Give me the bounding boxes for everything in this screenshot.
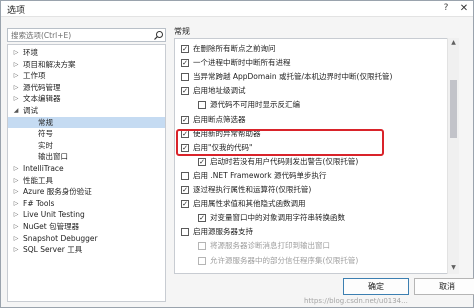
title-bar: 选项 ? ✕ [1, 1, 473, 17]
tree-item-label: NuGet 包管理器 [23, 222, 80, 231]
tree-item[interactable]: ▷ Snapshot Debugger [8, 233, 165, 244]
option-label: 一个进程中断时中断所有进程 [193, 58, 291, 68]
tree-item-label: 实时 [38, 140, 53, 150]
option-label: 对变量窗口中的对象调用字符串转换函数 [210, 213, 345, 223]
option-label: 启用地址级调试 [193, 86, 246, 96]
expanded-arrow-icon[interactable]: ◢ [12, 105, 20, 116]
cancel-button[interactable]: 取消 [414, 278, 474, 295]
tree-item-label: 调试 [23, 106, 38, 115]
tree-item-label: Live Unit Testing [23, 210, 85, 220]
option-checkbox[interactable]: ✓ [181, 59, 189, 68]
tree-item-label: 性能工具 [23, 175, 53, 185]
collapsed-arrow-icon[interactable]: ▷ [12, 198, 20, 209]
tree-item[interactable]: ▷ SQL Server 工具 [8, 244, 165, 255]
tree-item[interactable]: ▷ IntelliTrace [8, 163, 165, 174]
collapsed-arrow-icon[interactable]: ▷ [12, 70, 20, 81]
scroll-thumb[interactable] [450, 80, 457, 138]
option-checkbox[interactable]: ✓ [198, 157, 206, 166]
tree-item-label: 项目和解决方案 [23, 59, 76, 69]
watermark-text: https://blog.csdn.net/u0134... [304, 297, 408, 305]
tree-item-label: 源代码管理 [23, 82, 61, 92]
options-list: ✓ 在删除所有断点之前询问 ✓ 一个进程中断时中断所有进程当异常跨越 AppDomai… [174, 38, 459, 274]
options-dialog: 选项 ? ✕ ▷环境▷项目和解决方案▷工作项▷源代码管理▷文本编辑器◢调试常规符… [0, 0, 474, 308]
tree-item[interactable]: ▷ 文本编辑器 [8, 93, 165, 104]
option-label: 启用源服务器支持 [193, 227, 253, 237]
option-label: 启用断点筛选器 [193, 114, 246, 124]
highlight-annotation [176, 129, 384, 156]
option-label: 当异常跨越 AppDomain 或托管/本机边界时中断(仅限托管) [193, 72, 393, 82]
collapsed-arrow-icon[interactable]: ▷ [12, 209, 20, 220]
tree-item[interactable]: ▷ F# Tools [8, 198, 165, 209]
tree-item-label: SQL Server 工具 [23, 245, 83, 255]
tree-item[interactable]: 实时 [8, 140, 165, 151]
option-checkbox[interactable] [181, 171, 189, 180]
option-label: 将源服务器诊断消息打印到输出窗口 [210, 241, 330, 251]
tree-item-label: Snapshot Debugger [23, 233, 98, 243]
option-checkbox [198, 242, 206, 251]
tree-item[interactable]: ▷ 工作项 [8, 70, 165, 81]
option-checkbox[interactable] [198, 101, 206, 110]
collapsed-arrow-icon[interactable]: ▷ [12, 233, 20, 244]
collapsed-arrow-icon[interactable]: ▷ [12, 186, 20, 197]
option-label: 在删除所有断点之前询问 [193, 44, 276, 53]
scroll-up-icon[interactable]: ▲ [448, 38, 459, 48]
search-box[interactable] [7, 28, 166, 42]
option-label: 允许源服务器中的部分信任程序集(仅限托管) [210, 255, 359, 265]
tree-item-label: 文本编辑器 [23, 94, 61, 104]
options-scrollbar[interactable]: ▲ ▼ [447, 38, 459, 274]
option-checkbox[interactable]: ✓ [181, 200, 189, 209]
tree-item-label: 工作项 [23, 71, 46, 81]
option-label: 启用属性求值和其他隐式函数调用 [193, 199, 306, 209]
tree-item[interactable]: 符号 [8, 128, 165, 139]
tree-item-label: 输出窗口 [38, 152, 68, 162]
option-checkbox[interactable]: ✓ [198, 214, 206, 223]
collapsed-arrow-icon[interactable]: ▷ [12, 244, 20, 255]
tree-item-label: 符号 [38, 129, 53, 139]
option-label: 启用 .NET Framework 源代码单步执行 [193, 170, 327, 180]
panel-title: 常规 [174, 27, 190, 36]
tree-item[interactable]: ▷ 性能工具 [8, 175, 165, 186]
search-input[interactable] [11, 31, 143, 40]
collapsed-arrow-icon[interactable]: ▷ [12, 175, 20, 186]
tree-item[interactable]: 常规 [8, 116, 165, 128]
option-label: 源代码不可用时显示反汇编 [210, 100, 300, 110]
close-button[interactable]: ✕ [457, 2, 471, 15]
scroll-down-icon[interactable]: ▼ [448, 263, 459, 273]
help-button[interactable]: ? [439, 2, 453, 15]
option-label: 启动时若没有用户代码则发出警告(仅限托管) [210, 156, 359, 166]
option-label: 逐过程执行属性和运算符(仅限托管) [193, 185, 312, 194]
collapsed-arrow-icon[interactable]: ▷ [12, 82, 20, 93]
options-tree: ▷ 环境 ▷ 项目和解决方案 ▷ 工作项 ▷ 源代码管理 ▷ 文本编辑器 ◢ 调试 常规 符号 实时 输出窗口… [7, 44, 166, 302]
collapsed-arrow-icon[interactable]: ▷ [12, 93, 20, 104]
collapsed-arrow-icon[interactable]: ▷ [12, 47, 20, 58]
tree-item[interactable]: 输出窗口 [8, 151, 165, 162]
option-checkbox [198, 256, 206, 265]
collapsed-arrow-icon[interactable]: ▷ [12, 59, 20, 70]
search-icon[interactable] [153, 30, 165, 41]
ok-button[interactable]: 确定 [343, 278, 409, 295]
tree-item-label: F# Tools [23, 198, 55, 208]
tree-item[interactable]: ▷ Azure 服务身份验证 [8, 186, 165, 197]
tree-item[interactable]: ▷ 项目和解决方案 [8, 59, 165, 70]
tree-item[interactable]: ◢ 调试 [8, 105, 165, 116]
option-checkbox[interactable] [181, 73, 189, 82]
tree-item-label: 常规 [38, 117, 53, 127]
tree-item-label: 环境 [23, 48, 38, 57]
tree-item[interactable]: ▷ 环境 [8, 47, 165, 58]
tree-item-label: IntelliTrace [23, 164, 64, 173]
tree-item[interactable]: ▷ Live Unit Testing [8, 209, 165, 220]
option-checkbox[interactable]: ✓ [181, 87, 189, 96]
tree-item-label: Azure 服务身份验证 [23, 187, 92, 197]
option-checkbox[interactable]: ✓ [181, 115, 189, 124]
window-title: 选项 [7, 6, 26, 16]
option-checkbox[interactable]: ✓ [181, 186, 189, 194]
collapsed-arrow-icon[interactable]: ▷ [12, 163, 20, 174]
option-checkbox[interactable] [181, 228, 189, 237]
tree-item[interactable]: ▷ NuGet 包管理器 [8, 221, 165, 232]
collapsed-arrow-icon[interactable]: ▷ [12, 221, 20, 232]
tree-item[interactable]: ▷ 源代码管理 [8, 82, 165, 93]
option-checkbox[interactable]: ✓ [181, 45, 189, 53]
